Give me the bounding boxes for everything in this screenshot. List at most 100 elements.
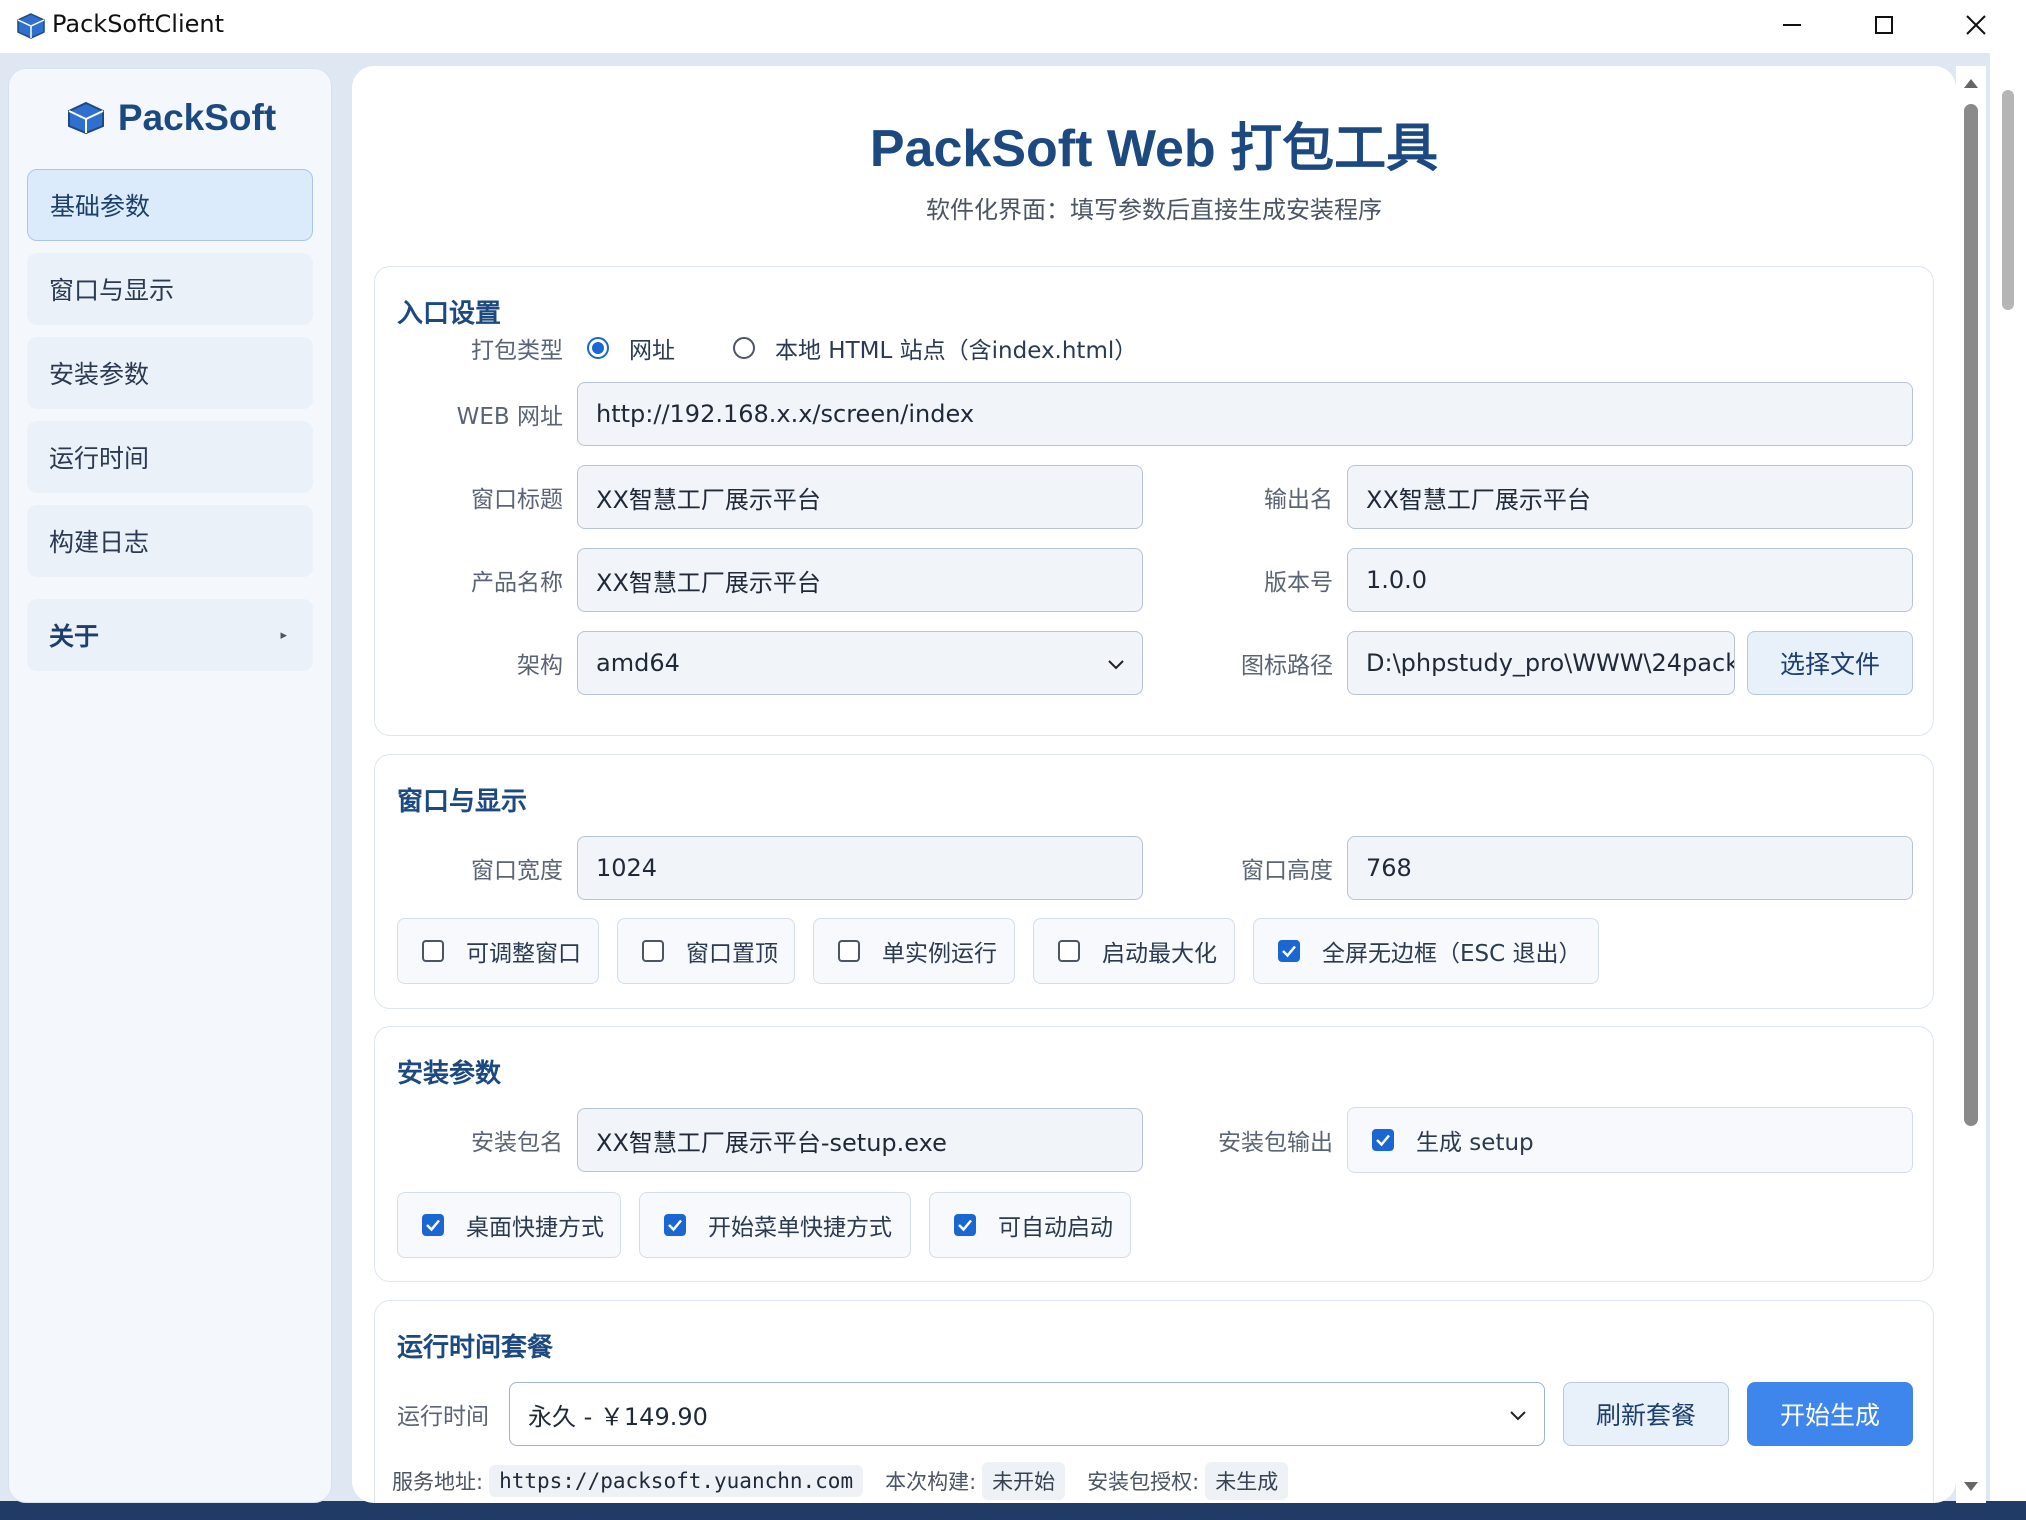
start-build-button[interactable]: 开始生成 (1747, 1382, 1913, 1446)
section-title: 运行时间套餐 (397, 1333, 554, 1363)
sidebar-item-about[interactable]: 关于 ▸ (27, 599, 313, 671)
product-name-label: 产品名称 (471, 570, 563, 596)
checkbox[interactable] (1058, 940, 1080, 962)
checkmark-icon (668, 1219, 682, 1232)
sidebar-item-label: 安装参数 (49, 360, 150, 389)
checkbox[interactable] (664, 1214, 686, 1236)
checkmark-icon (426, 1219, 440, 1232)
option-resizable[interactable]: 可调整窗口 (397, 918, 599, 984)
window-height-input[interactable]: 768 (1347, 836, 1913, 900)
version-input[interactable]: 1.0.0 (1347, 548, 1913, 612)
runtime-label: 运行时间 (397, 1404, 489, 1430)
section-title: 安装参数 (397, 1059, 502, 1089)
outer-scroll-thumb[interactable] (2002, 90, 2014, 310)
window-width-label: 窗口宽度 (471, 858, 563, 884)
window-title: PackSoftClient (52, 10, 225, 38)
radio-label: 本地 HTML 站点（含index.html） (775, 338, 1138, 364)
checkbox[interactable] (422, 940, 444, 962)
chevron-down-icon (1510, 1411, 1526, 1421)
choose-file-button[interactable]: 选择文件 (1747, 631, 1913, 695)
option-label: 开始菜单快捷方式 (708, 1215, 892, 1241)
output-name-input[interactable]: XX智慧工厂展示平台 (1347, 465, 1913, 529)
radio-local-html[interactable]: 本地 HTML 站点（含index.html） (733, 331, 1137, 365)
package-output-label: 安装包输出 (1218, 1130, 1333, 1156)
scroll-up-icon[interactable] (1962, 76, 1980, 90)
url-input[interactable]: http://192.168.x.x/screen/index (577, 382, 1913, 446)
option-start-menu-shortcut[interactable]: 开始菜单快捷方式 (639, 1192, 911, 1258)
license-status-badge: 未生成 (1205, 1462, 1289, 1500)
arch-value: amd64 (596, 649, 680, 677)
arch-label: 架构 (517, 653, 563, 679)
option-auto-start[interactable]: 可自动启动 (929, 1192, 1131, 1258)
runtime-plan-select[interactable]: 永久 - ￥149.90 (509, 1382, 1545, 1446)
package-name-label: 安装包名 (471, 1130, 563, 1156)
product-name-input[interactable]: XX智慧工厂展示平台 (577, 548, 1143, 612)
checkmark-icon (1282, 945, 1296, 958)
build-label: 本次构建: (885, 1470, 977, 1494)
sidebar-item-label: 运行时间 (49, 444, 150, 473)
url-label: WEB 网址 (456, 404, 563, 430)
entry-settings-card: 入口设置 打包类型 网址 本地 HTML 站点（含index.html） WEB… (374, 266, 1934, 736)
scrollbar-thumb[interactable] (1964, 104, 1978, 1126)
close-button[interactable] (1930, 0, 2022, 50)
window-title-input[interactable]: XX智慧工厂展示平台 (577, 465, 1143, 529)
icon-path-label: 图标路径 (1241, 653, 1333, 679)
window-display-card: 窗口与显示 窗口宽度 1024 窗口高度 768 可调整窗口 窗口置顶 单实例运… (374, 754, 1934, 1009)
radio-button[interactable] (587, 337, 609, 359)
checkbox[interactable] (1372, 1129, 1394, 1151)
option-single-instance[interactable]: 单实例运行 (813, 918, 1015, 984)
sidebar-item-runtime[interactable]: 运行时间 (27, 421, 313, 493)
icon-path-input[interactable]: D:\phpstudy_pro\WWW\24pack (1347, 631, 1735, 695)
scroll-down-icon[interactable] (1962, 1480, 1980, 1494)
chevron-down-icon (1108, 660, 1124, 670)
maximize-icon (1875, 16, 1893, 34)
minimize-button[interactable] (1746, 0, 1838, 50)
checkbox[interactable] (422, 1214, 444, 1236)
taskbar (0, 1501, 2026, 1520)
brand: PackSoft (9, 97, 333, 139)
window-height-label: 窗口高度 (1241, 858, 1333, 884)
checkbox[interactable] (838, 940, 860, 962)
version-label: 版本号 (1264, 570, 1333, 596)
radio-button[interactable] (733, 337, 755, 359)
option-desktop-shortcut[interactable]: 桌面快捷方式 (397, 1192, 621, 1258)
maximize-button[interactable] (1838, 0, 1930, 50)
sidebar-item-install-params[interactable]: 安装参数 (27, 337, 313, 409)
packsoft-logo-icon (67, 101, 104, 135)
sidebar-item-label: 构建日志 (49, 528, 150, 557)
expand-arrow-icon: ▸ (280, 627, 287, 643)
package-name-input[interactable]: XX智慧工厂展示平台-setup.exe (577, 1108, 1143, 1172)
sidebar-item-build-log[interactable]: 构建日志 (27, 505, 313, 577)
refresh-plans-button[interactable]: 刷新套餐 (1563, 1382, 1729, 1446)
sidebar-item-window-display[interactable]: 窗口与显示 (27, 253, 313, 325)
option-fullscreen-borderless[interactable]: 全屏无边框（ESC 退出） (1253, 918, 1599, 984)
checkmark-icon (1376, 1134, 1390, 1147)
option-label: 单实例运行 (882, 941, 997, 967)
option-label: 全屏无边框（ESC 退出） (1322, 941, 1582, 967)
checkbox[interactable] (642, 940, 664, 962)
main-panel: PackSoft Web 打包工具 软件化界面：填写参数后直接生成安装程序 入口… (352, 66, 1956, 1503)
pack-type-label: 打包类型 (471, 338, 563, 364)
status-line: 服务地址: https://packsoft.yuanchn.com 本次构建:… (392, 1462, 1310, 1500)
option-always-on-top[interactable]: 窗口置顶 (617, 918, 795, 984)
packsoft-logo-icon (17, 13, 45, 39)
checkbox[interactable] (954, 1214, 976, 1236)
radio-label: 网址 (629, 338, 675, 364)
build-status-badge: 未开始 (982, 1462, 1066, 1500)
minimize-icon (1783, 24, 1801, 26)
sidebar-item-basic-params[interactable]: 基础参数 (27, 169, 313, 241)
window-width-input[interactable]: 1024 (577, 836, 1143, 900)
sidebar: PackSoft 基础参数 窗口与显示 安装参数 运行时间 构建日志 关于 ▸ (8, 68, 332, 1503)
close-icon (1966, 15, 1986, 35)
license-label: 安装包授权: (1087, 1470, 1200, 1494)
section-title: 窗口与显示 (397, 787, 528, 817)
service-label: 服务地址: (392, 1470, 484, 1494)
option-label: 可自动启动 (998, 1215, 1113, 1241)
radio-url[interactable]: 网址 (587, 331, 675, 365)
title-bar: PackSoftClient (0, 0, 2026, 53)
option-generate-setup[interactable]: 生成 setup (1347, 1107, 1913, 1173)
option-start-maximized[interactable]: 启动最大化 (1033, 918, 1235, 984)
section-title: 入口设置 (397, 299, 502, 329)
checkbox[interactable] (1278, 940, 1300, 962)
arch-select[interactable]: amd64 (577, 631, 1143, 695)
